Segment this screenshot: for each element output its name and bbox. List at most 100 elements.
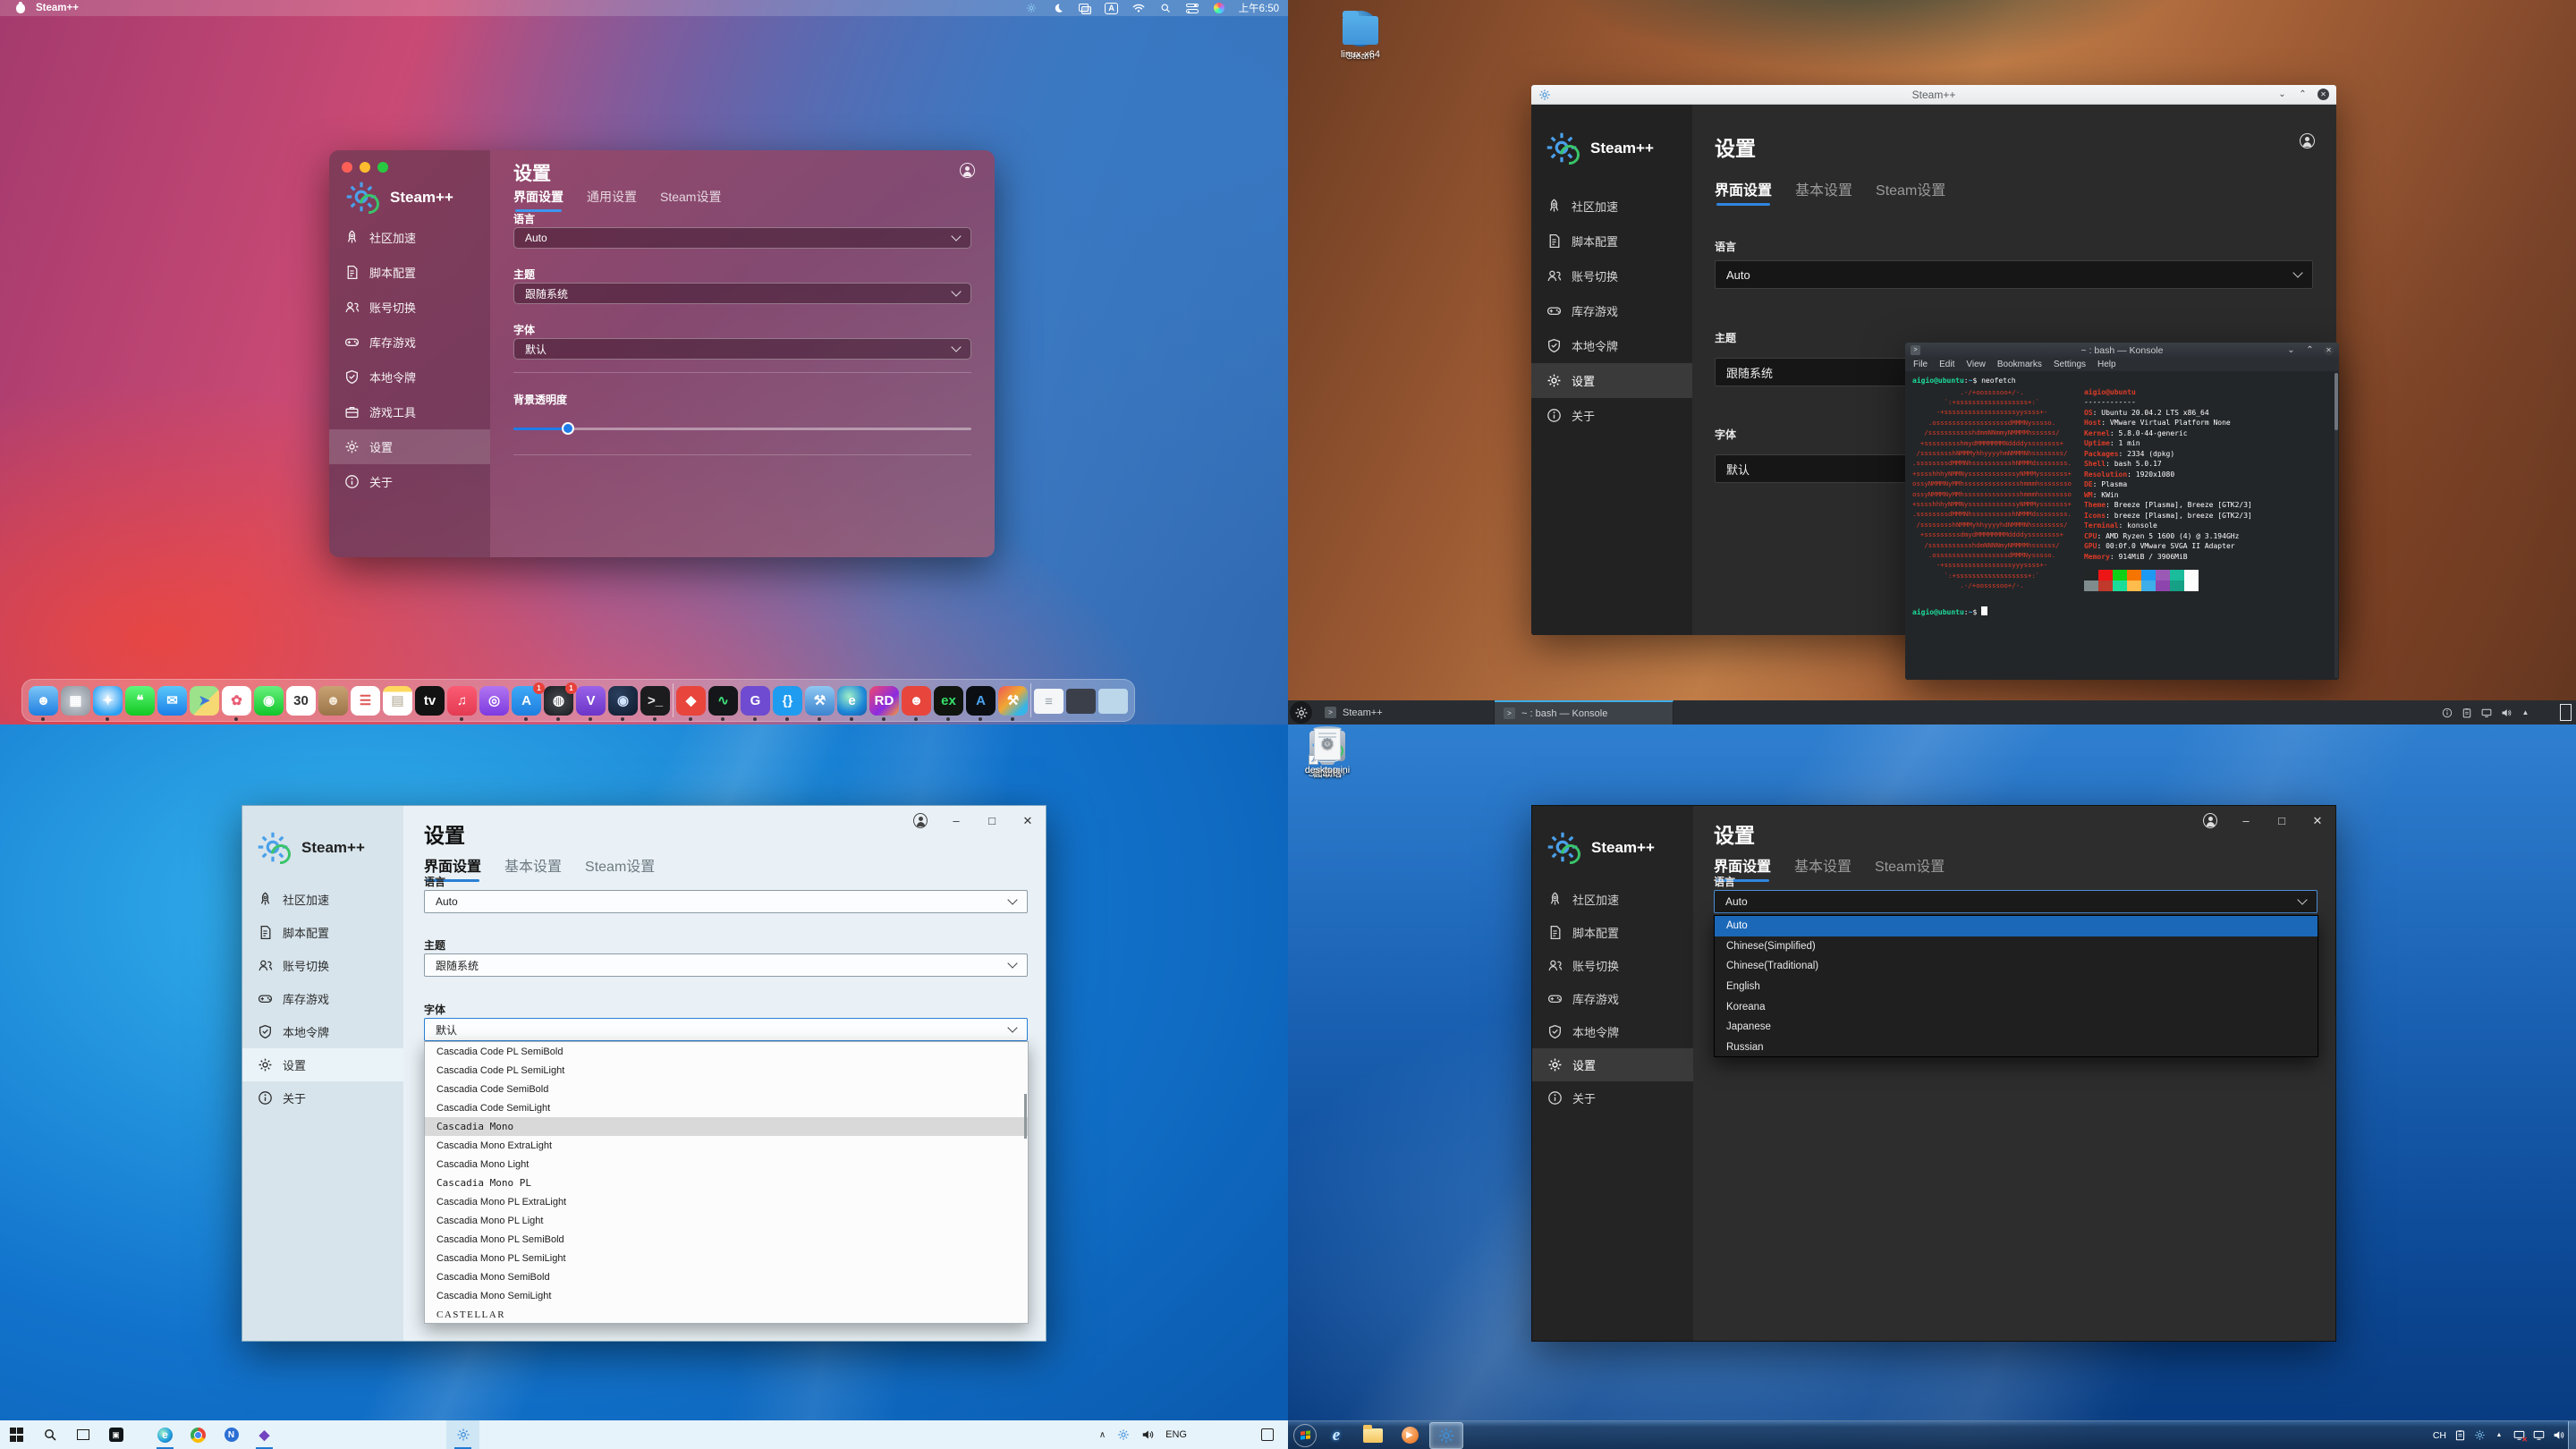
language-select[interactable]: Auto bbox=[1715, 260, 2313, 289]
taskbar-task-konsole[interactable]: > ~ : bash — Konsole bbox=[1495, 700, 1674, 724]
system-preferences-dark-icon[interactable]: ◍ 1 bbox=[544, 686, 573, 716]
taskbar-task-steampp[interactable]: > Steam++ bbox=[1316, 700, 1495, 724]
maximize-button[interactable]: ⌃ bbox=[2297, 89, 2309, 100]
app-store-icon[interactable]: A 1 bbox=[512, 686, 541, 716]
visual-studio-mac-icon[interactable]: V bbox=[576, 686, 606, 716]
settings-tab[interactable]: 基本设置 bbox=[1795, 178, 1852, 206]
language-select[interactable]: Auto bbox=[513, 227, 971, 249]
settings-tab[interactable]: Steam设置 bbox=[585, 854, 655, 882]
sidebar-item-about[interactable]: 关于 bbox=[1532, 1081, 1693, 1114]
sidebar-item-about[interactable]: 关于 bbox=[329, 464, 490, 499]
sidebar-item-script-config[interactable]: 脚本配置 bbox=[242, 916, 403, 949]
font-option[interactable]: Cascadia Mono PL SemiLight bbox=[425, 1249, 1028, 1267]
language-option[interactable]: Japanese bbox=[1715, 1017, 2318, 1038]
downloads-stack-icon[interactable]: ≡ bbox=[1034, 689, 1063, 714]
show-desktop-button[interactable] bbox=[2568, 1421, 2576, 1449]
maximize-button[interactable]: □ bbox=[985, 814, 999, 827]
messages-icon[interactable]: ❝ bbox=[125, 686, 155, 716]
minimize-button[interactable]: – bbox=[949, 814, 963, 827]
language-option[interactable]: Chinese(Traditional) bbox=[1715, 956, 2318, 977]
maximize-button[interactable]: □ bbox=[2275, 814, 2289, 827]
minimize-button[interactable] bbox=[360, 162, 370, 173]
steampp-tray-icon[interactable] bbox=[1117, 1428, 1130, 1441]
sidebar-item-about[interactable]: 关于 bbox=[242, 1081, 403, 1114]
spotlight-search-icon[interactable] bbox=[1158, 2, 1173, 14]
font-select[interactable]: 默认 bbox=[513, 338, 971, 360]
font-option[interactable]: Cascadia Code SemiLight bbox=[425, 1098, 1028, 1117]
settings-tab[interactable]: 基本设置 bbox=[504, 854, 562, 882]
language-select[interactable]: Auto bbox=[1714, 890, 2318, 913]
facetime-icon[interactable]: ◉ bbox=[254, 686, 284, 716]
minimized-window-thumbnail[interactable] bbox=[1098, 689, 1128, 714]
desktop-ini-file-icon[interactable]: ↗ desktop.ini bbox=[1293, 728, 1361, 775]
account-avatar-icon[interactable] bbox=[913, 813, 928, 828]
tv-icon[interactable]: tv bbox=[415, 686, 445, 716]
kde-titlebar[interactable]: Steam++ ⌄ ⌃ ✕ bbox=[1531, 85, 2336, 105]
sidebar-item-script-config[interactable]: 脚本配置 bbox=[329, 255, 490, 290]
sidebar-item-local-token[interactable]: 本地令牌 bbox=[1531, 328, 1692, 363]
background-opacity-slider[interactable] bbox=[513, 422, 971, 435]
network-disconnected-icon[interactable] bbox=[2512, 1429, 2525, 1442]
apple-developer-icon[interactable]: A bbox=[966, 686, 996, 716]
dock-separator[interactable] bbox=[673, 683, 674, 717]
linux-x64-folder-icon[interactable]: linux-x64 bbox=[1327, 11, 1394, 60]
minimized-window-thumbnail[interactable] bbox=[1066, 689, 1096, 714]
tray-volume-icon[interactable] bbox=[2500, 707, 2512, 718]
dock-separator[interactable] bbox=[1030, 683, 1031, 717]
font-option[interactable]: Cascadia Code PL SemiLight bbox=[425, 1061, 1028, 1080]
media-player-taskbar-icon[interactable]: ▶ bbox=[1393, 1422, 1427, 1449]
steampp-taskbar-icon[interactable] bbox=[1429, 1422, 1463, 1449]
minimize-button[interactable]: – bbox=[2239, 814, 2253, 827]
do-not-disturb-icon[interactable] bbox=[1051, 2, 1065, 14]
font-option[interactable]: Cascadia Mono PL Light bbox=[425, 1211, 1028, 1230]
account-avatar-icon[interactable] bbox=[2203, 813, 2217, 828]
explorer-taskbar-icon[interactable] bbox=[1356, 1422, 1390, 1449]
scrollbar[interactable] bbox=[2334, 373, 2338, 678]
menu-item[interactable]: View bbox=[1966, 360, 1986, 369]
sidebar-item-account-switch[interactable]: 账号切换 bbox=[242, 949, 403, 982]
raycast-icon[interactable]: ◆ bbox=[676, 686, 706, 716]
hidden-icons-caret[interactable]: ∧ bbox=[1099, 1430, 1106, 1440]
maximize-button[interactable]: ⌃ bbox=[2305, 345, 2315, 355]
search-button[interactable] bbox=[33, 1420, 66, 1449]
control-center-icon[interactable] bbox=[1185, 2, 1199, 14]
minimize-button[interactable]: ⌄ bbox=[2276, 89, 2288, 100]
settings-tab[interactable]: Steam设置 bbox=[1875, 854, 1945, 882]
account-avatar-icon[interactable] bbox=[960, 163, 975, 178]
start-button[interactable] bbox=[0, 1420, 33, 1449]
font-option[interactable]: Cascadia Code SemiBold bbox=[425, 1080, 1028, 1098]
font-option[interactable]: Cascadia Mono PL bbox=[425, 1174, 1028, 1192]
calendar-icon[interactable]: 30 bbox=[286, 686, 316, 716]
language-option[interactable]: Chinese(Simplified) bbox=[1715, 936, 2318, 957]
font-option[interactable]: Cascadia Mono Light bbox=[425, 1155, 1028, 1174]
sidebar-item-local-token[interactable]: 本地令牌 bbox=[242, 1015, 403, 1048]
settings-tab[interactable]: Steam设置 bbox=[1876, 178, 1945, 206]
font-option[interactable]: Cascadia Mono SemiLight bbox=[425, 1286, 1028, 1305]
sidebar-item-about[interactable]: 关于 bbox=[1531, 398, 1692, 433]
siri-icon[interactable] bbox=[1212, 2, 1226, 14]
start-orb[interactable] bbox=[1293, 1424, 1317, 1447]
safari-icon[interactable]: ✦ bbox=[93, 686, 123, 716]
settings-tab[interactable]: 通用设置 bbox=[587, 188, 637, 212]
close-button[interactable]: ✕ bbox=[2324, 345, 2334, 355]
sidebar-item-game-library[interactable]: 库存游戏 bbox=[1532, 982, 1693, 1015]
menubar-clock[interactable]: 上午6:50 bbox=[1239, 1, 1279, 15]
notes-icon[interactable]: ▤ bbox=[383, 686, 412, 716]
volume-tray-icon[interactable] bbox=[2552, 1429, 2564, 1442]
menu-item[interactable]: File bbox=[1913, 360, 1928, 369]
close-button[interactable] bbox=[342, 162, 352, 173]
edge-taskbar-icon[interactable]: e bbox=[148, 1420, 182, 1449]
settings-tab[interactable]: 界面设置 bbox=[513, 188, 564, 212]
keyboard-language-indicator[interactable]: ENG bbox=[1165, 1429, 1187, 1440]
remote-desktop-icon[interactable]: ☻ bbox=[902, 686, 931, 716]
sidebar-item-community-accel[interactable]: 社区加速 bbox=[1532, 883, 1693, 916]
application-launcher-icon[interactable] bbox=[1290, 701, 1312, 724]
steam-icon[interactable]: ◉ bbox=[608, 686, 638, 716]
language-option[interactable]: English bbox=[1715, 977, 2318, 997]
launchpad-icon[interactable]: ▦ bbox=[61, 686, 90, 716]
font-option[interactable]: Cascadia Mono PL SemiBold bbox=[425, 1230, 1028, 1249]
font-select[interactable]: 默认 bbox=[424, 1018, 1028, 1041]
minimize-button[interactable]: ⌄ bbox=[2286, 345, 2296, 355]
displays-icon[interactable] bbox=[1078, 2, 1092, 14]
sidebar-item-script-config[interactable]: 脚本配置 bbox=[1531, 224, 1692, 258]
